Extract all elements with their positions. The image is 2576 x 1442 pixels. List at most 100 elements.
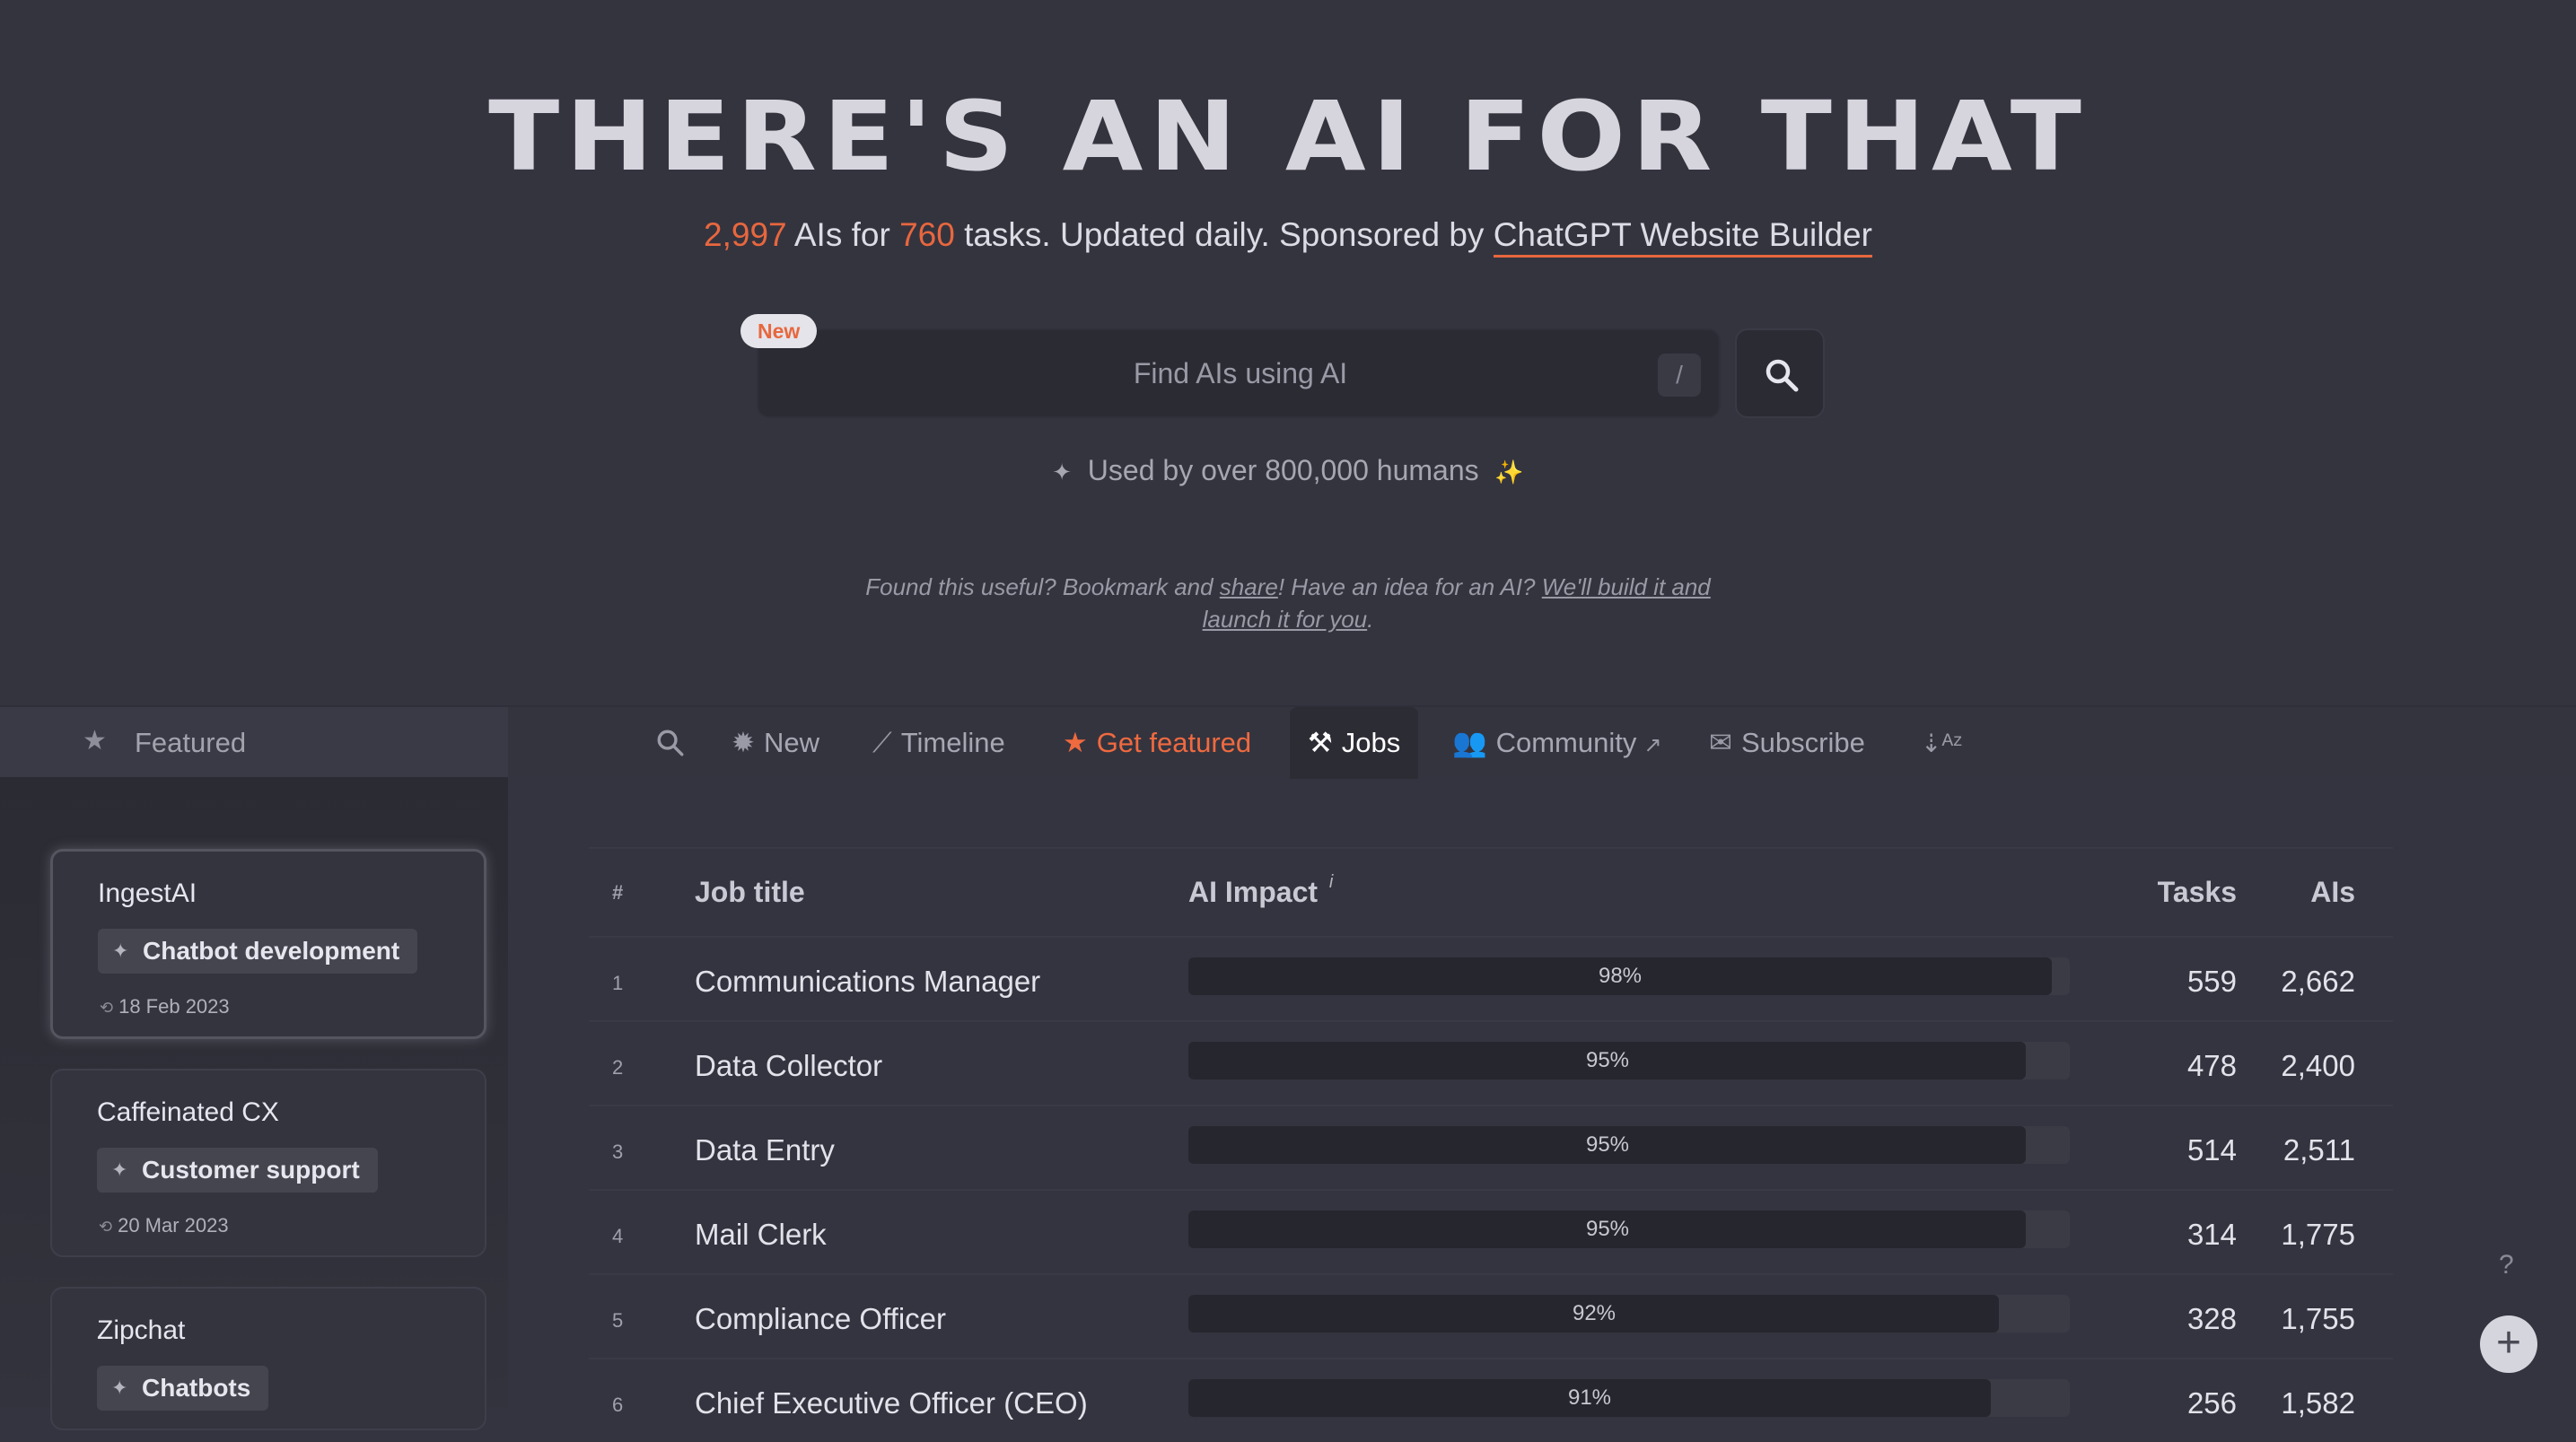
sponsor-link[interactable]: ChatGPT Website Builder	[1493, 216, 1872, 258]
ai-card-tag[interactable]: ✦ Chatbot development	[98, 929, 418, 974]
history-icon: ⟲	[99, 1218, 113, 1236]
ai-card-name: IngestAI	[98, 878, 197, 908]
ai-card-tag[interactable]: ✦ Customer support	[97, 1148, 378, 1193]
tasks-text: tasks. Updated daily. Sponsored by	[954, 216, 1494, 253]
ais-count: 1,775	[2281, 1218, 2355, 1251]
tasks-count: 559	[2186, 965, 2237, 998]
new-badge: New	[740, 314, 818, 348]
hammer-icon: ⚒	[1308, 727, 1333, 758]
nav-search[interactable]	[655, 707, 686, 779]
table-row[interactable]: 1 Communications Manager 98% 559 2,662	[589, 936, 2393, 1020]
search-input[interactable]: Find AIs using AI /	[757, 328, 1721, 418]
share-link[interactable]: share	[1220, 573, 1278, 600]
table-row[interactable]: 3 Data Entry 95% 514 2,511	[589, 1105, 2393, 1189]
ais-count: 2,511	[2282, 1133, 2355, 1167]
star-icon: ★	[83, 726, 107, 756]
row-index: 5	[612, 1309, 624, 1332]
sidebar: IngestAI ✦ Chatbot development ⟲ 18 Feb 20…	[0, 777, 508, 1430]
col-header-tasks[interactable]: Tasks	[2158, 876, 2237, 909]
nav-subscribe[interactable]: ✉ Subscribe	[1709, 707, 1865, 779]
jobs-table: # Job title AI Impact i Tasks AIs 1 Commu…	[589, 847, 2393, 1420]
nav-timeline[interactable]: ⟋ Timeline	[872, 707, 1005, 779]
nav-new[interactable]: ✹ New	[732, 707, 819, 779]
nav-bar: ★ Featured ✹ New ⟋ Timeline ★ Get featured …	[0, 705, 2576, 779]
table-row[interactable]: 6 Chief Executive Officer (CEO) 91% 256 1,58…	[589, 1358, 2393, 1442]
sort-button[interactable]: ⇣ᴬᶻ	[1921, 707, 1971, 779]
ai-card-tag[interactable]: ✦ Chatbots	[97, 1366, 269, 1411]
ais-count: 2,400	[2281, 1049, 2355, 1082]
nav-community-label: Community	[1495, 727, 1637, 758]
add-button[interactable]: +	[2480, 1315, 2537, 1373]
sparkle-icon: ✦	[112, 939, 129, 962]
found-text-2: ! Have an idea for an AI?	[1277, 573, 1542, 600]
impact-label: 95%	[1585, 1048, 1630, 1072]
impact-label: 95%	[1585, 1217, 1630, 1241]
table-row[interactable]: 2 Data Collector 95% 478 2,400	[589, 1020, 2393, 1105]
tasks-count: 256	[2186, 1386, 2237, 1420]
job-title[interactable]: Compliance Officer	[695, 1302, 946, 1336]
nav-get-featured-label: Get featured	[1096, 727, 1252, 758]
ais-count: 1,582	[2281, 1386, 2355, 1420]
tab-jobs-label: Jobs	[1341, 727, 1401, 758]
tasks-count: 478	[2186, 1049, 2237, 1082]
row-index: 6	[612, 1394, 624, 1416]
used-by-text: ✦ Used by over 800,000 humans ✨	[0, 454, 2576, 487]
col-header-index: #	[612, 881, 624, 904]
users-icon: 👥	[1452, 727, 1487, 758]
job-title[interactable]: Data Entry	[695, 1133, 835, 1167]
hero-subtitle: 2,997 AIs for 760 tasks. Updated daily. …	[0, 212, 2576, 258]
col-header-ais[interactable]: AIs	[2310, 876, 2355, 909]
nav-get-featured[interactable]: ★ Get featured	[1063, 707, 1251, 779]
impact-label: 98%	[1598, 964, 1643, 988]
ai-card-date: ⟲ 18 Feb 2023	[100, 995, 230, 1018]
ai-card[interactable]: Zipchat ✦ Chatbots	[50, 1287, 486, 1430]
job-title[interactable]: Mail Clerk	[695, 1218, 827, 1252]
ai-card-name: Zipchat	[97, 1315, 186, 1345]
nav-new-label: New	[763, 727, 819, 758]
table-row[interactable]: 5 Compliance Officer 92% 328 1,755	[589, 1273, 2393, 1358]
col-header-ai-impact[interactable]: AI Impact i	[1188, 872, 1333, 909]
found-text-3: .	[1367, 606, 1374, 633]
job-title[interactable]: Data Collector	[695, 1049, 882, 1083]
tasks-count: 760	[899, 216, 955, 253]
col-header-ai-impact-label: AI Impact	[1188, 876, 1319, 908]
sparkle-icon: ✨	[1494, 459, 1524, 485]
ai-card[interactable]: IngestAI ✦ Chatbot development ⟲ 18 Feb 20…	[50, 849, 486, 1039]
col-header-job-title[interactable]: Job title	[695, 876, 805, 909]
sparkle-icon: ✦	[111, 1158, 128, 1181]
search-button[interactable]	[1735, 328, 1825, 418]
external-link-icon: ↗	[1643, 733, 1662, 757]
gear-badge-icon: ✹	[732, 727, 755, 758]
help-icon[interactable]: ?	[2499, 1250, 2514, 1280]
used-by-label: Used by over 800,000 humans	[1087, 454, 1479, 486]
job-title[interactable]: Chief Executive Officer (CEO)	[695, 1386, 1088, 1420]
impact-label: 91%	[1567, 1385, 1612, 1410]
nav-timeline-label: Timeline	[900, 727, 1005, 758]
tasks-count: 314	[2186, 1218, 2237, 1251]
featured-tab[interactable]: ★ Featured	[0, 707, 508, 779]
impact-bar: 91%	[1188, 1379, 2070, 1417]
mail-icon: ✉	[1709, 727, 1732, 758]
job-title[interactable]: Communications Manager	[695, 965, 1040, 999]
info-icon[interactable]: i	[1329, 872, 1333, 892]
nav-subscribe-label: Subscribe	[1740, 727, 1865, 758]
ai-card-tag-label: Chatbot development	[143, 937, 400, 965]
impact-label: 92%	[1572, 1301, 1617, 1325]
impact-bar: 98%	[1188, 957, 2070, 995]
sort-az-icon: ⇣ᴬᶻ	[1921, 730, 1963, 757]
history-icon: ⟲	[100, 999, 114, 1017]
found-useful-text: Found this useful? Bookmark and share! H…	[862, 571, 1714, 635]
impact-bar: 92%	[1188, 1295, 2070, 1333]
ai-card-tag-label: Customer support	[142, 1156, 360, 1184]
table-row[interactable]: 4 Mail Clerk 95% 314 1,775	[589, 1189, 2393, 1273]
ai-card[interactable]: Caffeinated CX ✦ Customer support ⟲ 20 Mar…	[50, 1069, 486, 1257]
tasks-count: 328	[2186, 1302, 2237, 1335]
found-text-1: Found this useful? Bookmark and	[865, 573, 1220, 600]
trend-icon: ⟋	[872, 727, 892, 758]
impact-label: 95%	[1585, 1132, 1630, 1157]
search-placeholder: Find AIs using AI	[1133, 357, 1348, 389]
tab-jobs[interactable]: ⚒ Jobs	[1290, 707, 1419, 779]
row-index: 4	[612, 1225, 624, 1247]
nav-community[interactable]: 👥 Community ↗	[1452, 707, 1661, 779]
sparkle-icon: ✦	[1052, 459, 1073, 485]
